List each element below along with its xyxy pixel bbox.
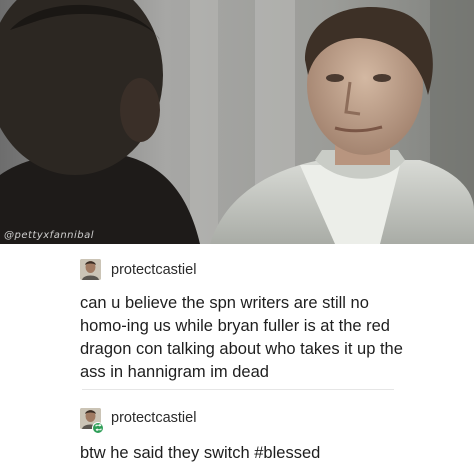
post-username[interactable]: protectcastiel	[111, 262, 196, 278]
reblog-post: protectcastiel btw he said they switch #…	[0, 400, 474, 462]
reblog-icon	[92, 422, 104, 434]
avatar-image	[80, 259, 101, 280]
tv-still-image: @pettyxfannibal	[0, 0, 474, 244]
user-avatar[interactable]	[80, 259, 101, 280]
original-post: protectcastiel can u believe the spn wri…	[0, 252, 474, 381]
post-text: can u believe the spn writers are still …	[80, 294, 403, 381]
post-header: protectcastiel	[0, 252, 474, 286]
reblog-arrows-glyph	[95, 423, 101, 432]
post-header: protectcastiel	[0, 400, 474, 434]
tv-still-illustration	[0, 0, 474, 244]
post-text: btw he said they switch #blessed	[80, 444, 321, 462]
post-divider	[82, 389, 394, 390]
image-watermark: @pettyxfannibal	[4, 230, 95, 241]
post-username[interactable]: protectcastiel	[111, 410, 196, 426]
